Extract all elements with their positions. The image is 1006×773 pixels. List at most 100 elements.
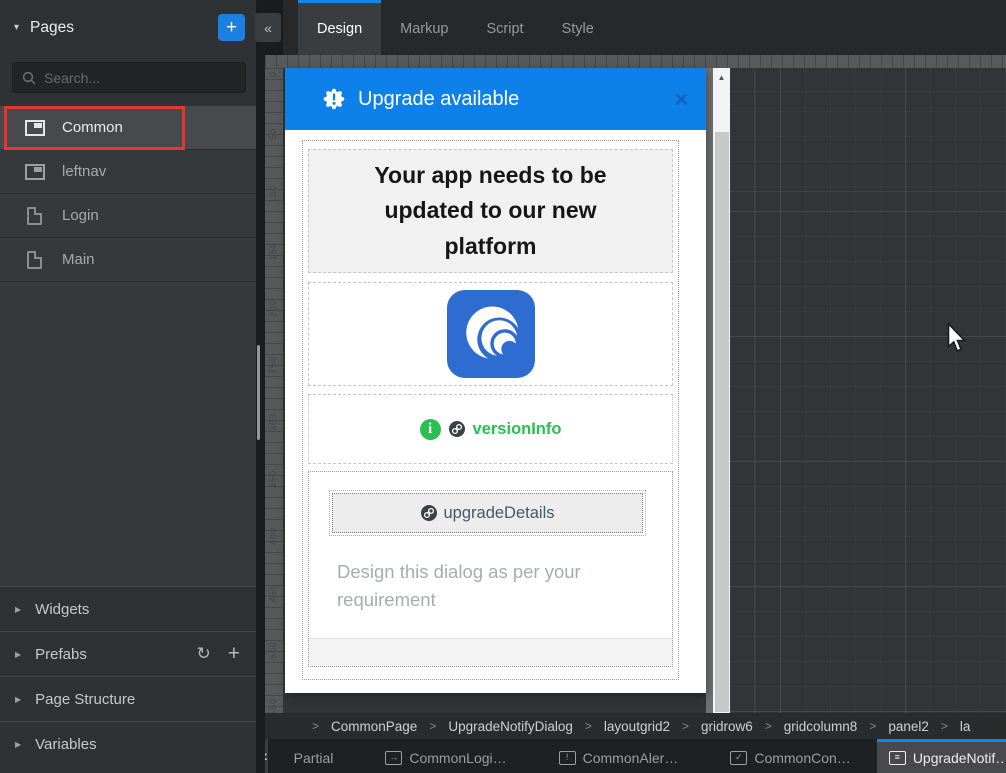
upgrade-details-button[interactable]: upgradeDetails <box>332 493 643 533</box>
open-files-bar: ‹ Partial → CommonLogi… ! CommonAler… <box>256 739 1006 773</box>
section-expand-caret: ▶ <box>15 740 21 749</box>
search-input[interactable] <box>44 70 236 86</box>
sidebar-scrollbar[interactable] <box>257 345 260 440</box>
mouse-cursor-icon <box>947 323 969 355</box>
breadcrumb-item[interactable]: UpgradeNotifyDialog <box>448 719 573 734</box>
badge-exclamation-icon <box>323 88 345 110</box>
add-prefab-icon[interactable]: + <box>228 642 240 666</box>
upgrade-details-label: upgradeDetails <box>444 504 555 523</box>
file-tab[interactable]: ✓ CommonCon… <box>704 739 876 773</box>
close-icon[interactable]: × <box>675 88 688 111</box>
pages-list: Common leftnav Login Main <box>0 106 256 586</box>
ruler-label: 350 <box>268 470 278 488</box>
version-info-widget[interactable]: i versionInfo <box>308 394 673 464</box>
page-item[interactable]: Main <box>0 238 256 282</box>
breadcrumb-group: > gridcolumn8 <box>753 719 858 734</box>
sidebar-section[interactable]: ▶ Variables ↻ + <box>0 721 256 766</box>
pages-collapse-caret[interactable]: ▾ <box>14 22 19 33</box>
editor-mode-tab-label: Design <box>317 21 362 37</box>
file-tab-label: CommonCon… <box>754 750 850 766</box>
page-item[interactable]: Common <box>0 106 256 150</box>
breadcrumb-separator-icon: > <box>429 719 436 733</box>
sidebar-sections: ▶ Widgets ↻ + ▶ Prefabs ↻ + <box>0 586 256 766</box>
sidebar-section[interactable]: ▶ Page Structure ↻ + <box>0 676 256 721</box>
breadcrumb-separator-icon: > <box>682 719 689 733</box>
breadcrumb-group: > CommonPage <box>300 719 417 734</box>
panel-placeholder-text: Design this dialog as per your requireme… <box>329 550 646 638</box>
widget-breadcrumb: > CommonPage > UpgradeNotifyDialog > lay… <box>265 713 1006 739</box>
open-file-tabs: Partial → CommonLogi… ! CommonAler… ✓ Co… <box>268 739 1006 773</box>
section-label: Page Structure <box>35 691 135 708</box>
breadcrumb-group: > UpgradeNotifyDialog <box>417 719 573 734</box>
breadcrumb-group: > panel2 <box>857 719 929 734</box>
editor-mode-tabs: Design Markup Script Style <box>265 0 1006 55</box>
file-tab[interactable]: Partial <box>268 739 360 773</box>
breadcrumb-item[interactable]: gridcolumn8 <box>784 719 858 734</box>
sidebar-section[interactable]: ▶ Prefabs ↻ + <box>0 631 256 676</box>
breadcrumb-item[interactable]: CommonPage <box>331 719 417 734</box>
page-item[interactable]: Login <box>0 194 256 238</box>
file-tab-label: CommonLogi… <box>409 750 506 766</box>
breadcrumb-separator-icon: > <box>941 719 948 733</box>
preview-margin <box>706 68 713 713</box>
page-type-icon <box>27 207 42 225</box>
breadcrumb-item[interactable]: la <box>960 719 971 734</box>
add-page-button[interactable]: + <box>218 14 245 41</box>
picture-widget[interactable] <box>308 282 673 386</box>
wavemaker-logo <box>447 290 535 378</box>
ruler-label: 500 <box>268 641 278 659</box>
editor-mode-tab[interactable]: Style <box>543 0 613 55</box>
breadcrumb-item[interactable]: layoutgrid2 <box>604 719 670 734</box>
scrollbar-thumb[interactable] <box>715 132 729 712</box>
ruler-label: 0 <box>268 71 278 77</box>
editor-mode-tab-label: Style <box>562 21 594 37</box>
page-type-icon <box>25 120 45 136</box>
editor-mode-tab-label: Markup <box>400 21 448 37</box>
file-type-icon: ! <box>559 751 576 765</box>
ruler-label: 100 <box>268 185 278 203</box>
page-type-icon <box>25 164 45 180</box>
page-item-label: Login <box>62 207 99 224</box>
breadcrumb-item[interactable]: gridrow6 <box>701 719 753 734</box>
pages-search-box <box>12 62 246 93</box>
upgrade-notify-dialog[interactable]: Upgrade available × Your app needs to be… <box>285 68 706 693</box>
wavemaker-studio: ▾ Pages + Common leftnav <box>0 0 1006 773</box>
ruler-label: 300 <box>268 413 278 431</box>
dialog-content-container: Your app needs to be updated to our new … <box>302 140 679 680</box>
page-item-label: Main <box>62 251 95 268</box>
sidebar-section[interactable]: ▶ Widgets ↻ + <box>0 586 256 631</box>
editor-mode-tab[interactable]: Script <box>468 0 543 55</box>
editor-mode-tab[interactable]: Design <box>298 0 381 55</box>
breadcrumb-item[interactable]: panel2 <box>888 719 929 734</box>
file-type-icon: ✓ <box>730 751 747 765</box>
file-tab[interactable]: ≡ UpgradeNotif… <box>877 739 1006 773</box>
ruler-label: 400 <box>268 527 278 545</box>
refresh-icon[interactable]: ↻ <box>196 644 210 664</box>
section-label: Prefabs <box>35 646 87 663</box>
ruler-label: 150 <box>268 242 278 260</box>
heading-label-widget[interactable]: Your app needs to be updated to our new … <box>308 149 673 273</box>
breadcrumb-group: > la <box>929 719 971 734</box>
page-type-icon <box>27 251 42 269</box>
editor-mode-tab-label: Script <box>487 21 524 37</box>
scroll-up-arrow[interactable]: ▲ <box>713 68 730 86</box>
page-item-label: leftnav <box>62 163 106 180</box>
editor-mode-tab[interactable]: Markup <box>381 0 467 55</box>
file-tab[interactable]: → CommonLogi… <box>359 739 532 773</box>
section-expand-caret: ▶ <box>15 650 21 659</box>
panel-widget[interactable]: upgradeDetails Design this dialog as per… <box>308 471 673 667</box>
file-tab-label: CommonAler… <box>583 750 679 766</box>
breadcrumb-separator-icon: > <box>312 719 319 733</box>
ruler-label: 450 <box>268 584 278 602</box>
page-item-label: Common <box>62 119 123 136</box>
pages-panel: ▾ Pages + Common leftnav <box>0 0 256 773</box>
version-info-label: versionInfo <box>473 420 562 439</box>
file-tab[interactable]: ! CommonAler… <box>533 739 705 773</box>
section-expand-caret: ▶ <box>15 695 21 704</box>
section-label: Variables <box>35 736 96 753</box>
bind-icon <box>421 505 437 521</box>
page-item[interactable]: leftnav <box>0 150 256 194</box>
collapse-sidebar-button[interactable]: « <box>255 13 281 42</box>
preview-scrollbar[interactable]: ▲ <box>713 68 730 713</box>
breadcrumb-separator-icon: > <box>765 719 772 733</box>
